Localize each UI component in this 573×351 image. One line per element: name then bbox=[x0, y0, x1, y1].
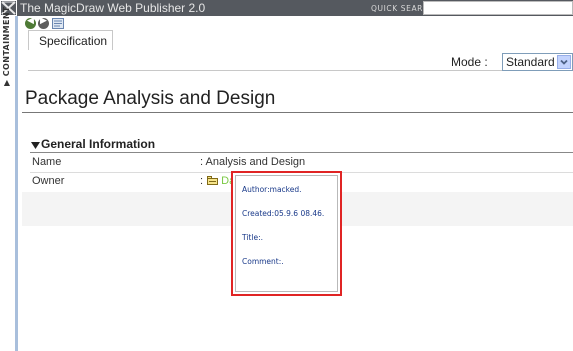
mode-label: Mode : bbox=[451, 55, 488, 69]
document-icon[interactable] bbox=[52, 18, 64, 29]
app-title: The MagicDraw Web Publisher 2.0 bbox=[20, 1, 206, 15]
info-tooltip: Author:macked. Created:05.9.6 08.46. Tit… bbox=[231, 171, 342, 296]
tooltip-author: Author:macked. bbox=[242, 185, 302, 194]
triangle-right-icon: ▶ bbox=[2, 76, 11, 86]
owner-prefix: : bbox=[200, 175, 204, 187]
tooltip-body: Author:macked. Created:05.9.6 08.46. Tit… bbox=[235, 175, 338, 292]
section-divider bbox=[30, 152, 573, 153]
tab-specification[interactable]: Specification bbox=[28, 30, 113, 50]
chevron-down-icon[interactable] bbox=[557, 55, 571, 69]
quick-search-input[interactable] bbox=[423, 1, 573, 15]
mode-selected-value: Standard bbox=[506, 55, 555, 69]
back-arrow-icon[interactable]: ◀ bbox=[25, 16, 36, 29]
tooltip-created: Created:05.9.6 08.46. bbox=[242, 209, 325, 218]
app-header: The MagicDraw Web Publisher 2.0 QUICK SE… bbox=[17, 0, 573, 16]
general-info-header[interactable]: General Information bbox=[30, 137, 573, 151]
mode-select[interactable]: Standard bbox=[502, 53, 573, 71]
rail-divider[interactable] bbox=[15, 16, 18, 351]
forward-arrow-icon[interactable]: ▶ bbox=[38, 16, 49, 29]
tooltip-title: Title:. bbox=[242, 233, 263, 242]
tooltip-comment: Comment:. bbox=[242, 257, 284, 266]
package-icon bbox=[207, 176, 219, 185]
row-key: Owner bbox=[32, 175, 65, 187]
triangle-down-icon bbox=[31, 139, 40, 152]
section-title: General Information bbox=[41, 137, 156, 151]
row-value: : Analysis and Design bbox=[200, 156, 306, 168]
tab-underline bbox=[28, 70, 573, 71]
containment-tab[interactable]: ▶ CONTAINMENT bbox=[2, 6, 14, 86]
row-key: Name bbox=[32, 156, 62, 168]
containment-rail: ▶ CONTAINMENT bbox=[0, 0, 18, 351]
title-divider bbox=[22, 112, 573, 113]
page-title: Package Analysis and Design bbox=[25, 88, 276, 109]
